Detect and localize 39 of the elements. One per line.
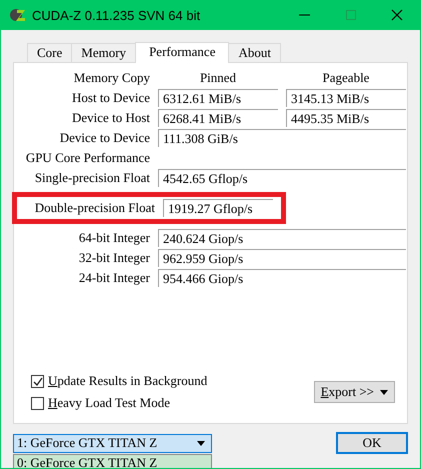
app-logo-icon <box>10 8 26 22</box>
caret-icon <box>380 390 388 394</box>
tab[interactable]: About <box>228 43 281 62</box>
value-field: 240.624 Giop/s <box>158 229 406 247</box>
section-label: Memory Copy <box>72 69 150 87</box>
checkbox[interactable] <box>31 396 44 410</box>
checkbox-label[interactable]: Heavy Load Test Mode <box>48 395 170 411</box>
value-field: 3145.13 MiB/s <box>286 89 406 107</box>
value-field: 954.466 Giop/s <box>158 269 406 287</box>
ok-button[interactable]: OK <box>336 432 408 454</box>
row-label: Double-precision Float <box>34 199 155 217</box>
value-field: 4495.35 MiB/s <box>286 109 406 127</box>
caret-icon <box>197 440 205 446</box>
checkbox-label[interactable]: Update Results in Background <box>48 373 208 389</box>
checkbox[interactable] <box>31 374 44 388</box>
section-label: GPU Core Performance <box>24 149 150 167</box>
device-dropdown[interactable]: 1: GeForce GTX TITAN Z <box>13 434 212 452</box>
value-field: 6268.41 MiB/s <box>158 109 278 127</box>
export-button[interactable]: Export >> <box>314 381 395 403</box>
value-field: 111.308 GiB/s <box>158 129 406 147</box>
close-icon[interactable] <box>391 9 403 21</box>
tab[interactable]: Performance <box>135 42 230 63</box>
column-header: Pinned <box>198 69 238 87</box>
value-field: 962.959 Giop/s <box>158 249 406 267</box>
row-label: Host to Device <box>71 89 150 107</box>
row-label: Single-precision Float <box>34 169 150 187</box>
dropdown-option[interactable]: 0: GeForce GTX TITAN Z <box>14 455 211 468</box>
value-field: 4542.65 Gflop/s <box>158 169 406 187</box>
row-label: 24-bit Integer <box>78 269 150 287</box>
column-header: Pageable <box>322 69 370 87</box>
value-field: 1919.27 Gflop/s <box>163 199 273 217</box>
tab[interactable]: Core <box>27 43 72 62</box>
value-field: 6312.61 MiB/s <box>158 89 278 107</box>
row-label: Device to Device <box>58 129 150 147</box>
row-label: 32-bit Integer <box>78 249 150 267</box>
row-label: 64-bit Integer <box>78 229 150 247</box>
row-label: Device to Host <box>71 109 150 127</box>
tab[interactable]: Memory <box>71 43 136 62</box>
window-title: CUDA-Z 0.11.235 SVN 64 bit <box>32 8 202 22</box>
